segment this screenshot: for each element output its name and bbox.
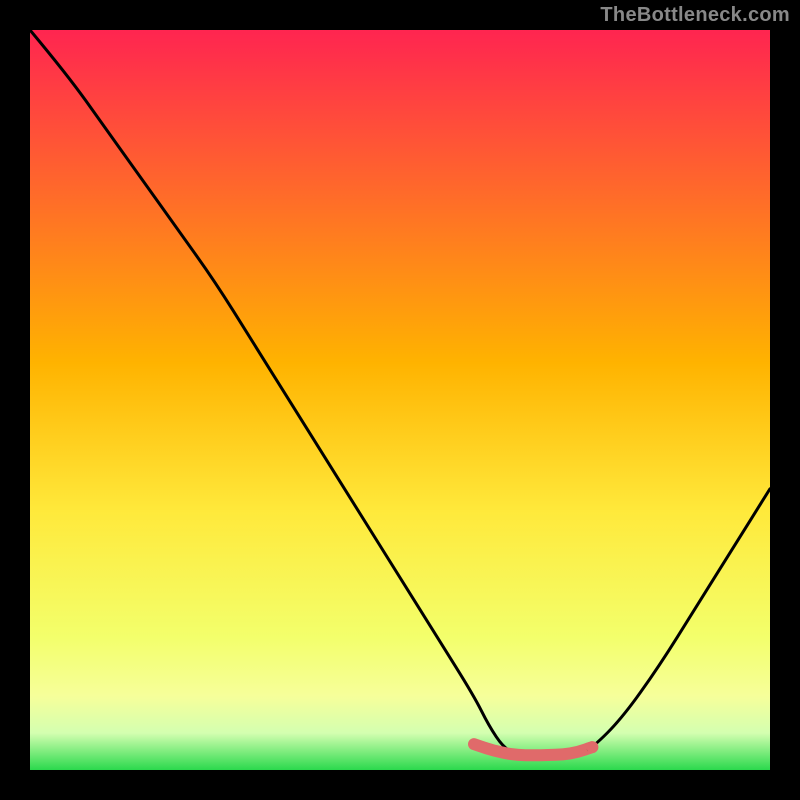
gradient-background: [30, 30, 770, 770]
plot-area: [30, 30, 770, 770]
chart-frame: TheBottleneck.com: [0, 0, 800, 800]
plot-svg: [30, 30, 770, 770]
watermark-text: TheBottleneck.com: [600, 4, 790, 27]
